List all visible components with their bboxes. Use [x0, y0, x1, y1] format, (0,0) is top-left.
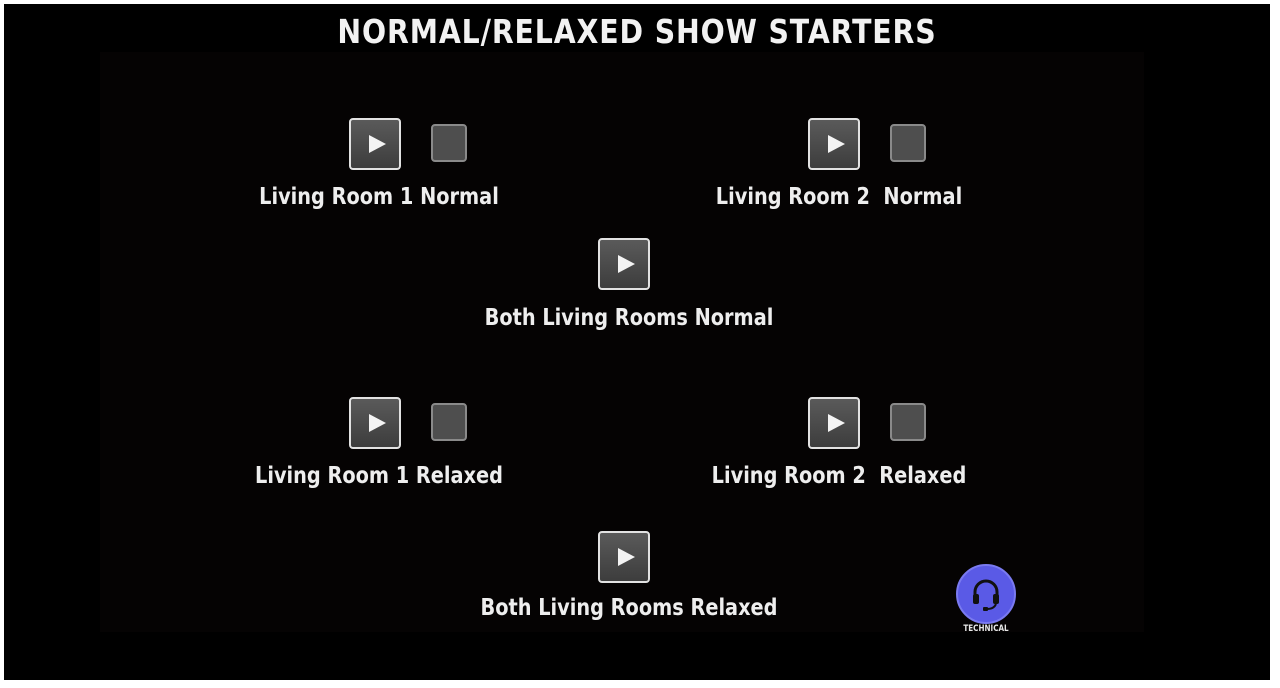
- play-icon: [827, 414, 845, 432]
- play-button-living-room-2-relaxed[interactable]: [808, 397, 860, 449]
- play-icon: [827, 135, 845, 153]
- status-indicator-living-room-2-relaxed: [890, 403, 926, 441]
- technical-button[interactable]: [956, 564, 1016, 624]
- label-living-room-2-relaxed: Living Room 2 Relaxed: [711, 463, 967, 489]
- technical-label: TECHNICAL: [963, 624, 1009, 634]
- status-indicator-living-room-2-normal: [890, 124, 926, 162]
- play-icon: [617, 548, 635, 566]
- play-icon: [368, 135, 386, 153]
- play-button-both-living-rooms-normal[interactable]: [598, 238, 650, 290]
- play-icon: [368, 414, 386, 432]
- status-indicator-living-room-1-normal: [431, 124, 467, 162]
- label-living-room-1-relaxed: Living Room 1 Relaxed: [255, 463, 503, 489]
- page-title: NORMAL/RELAXED SHOW STARTERS: [337, 12, 937, 51]
- play-icon: [617, 255, 635, 273]
- play-button-living-room-1-normal[interactable]: [349, 118, 401, 170]
- label-both-living-rooms-normal: Both Living Rooms Normal: [484, 305, 774, 331]
- label-both-living-rooms-relaxed: Both Living Rooms Relaxed: [480, 595, 778, 621]
- play-button-living-room-1-relaxed[interactable]: [349, 397, 401, 449]
- label-living-room-1-normal: Living Room 1 Normal: [259, 184, 499, 210]
- show-starter-screen: NORMAL/RELAXED SHOW STARTERS Living Room…: [4, 4, 1270, 680]
- play-button-both-living-rooms-relaxed[interactable]: [598, 531, 650, 583]
- status-indicator-living-room-1-relaxed: [431, 403, 467, 441]
- label-living-room-2-normal: Living Room 2 Normal: [715, 184, 963, 210]
- headset-icon: [973, 579, 999, 611]
- play-button-living-room-2-normal[interactable]: [808, 118, 860, 170]
